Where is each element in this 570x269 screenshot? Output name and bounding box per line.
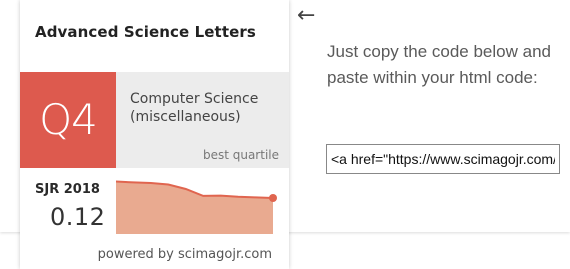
- quartile-label: Q4: [39, 95, 98, 144]
- left-arrow-icon: ←: [297, 3, 316, 28]
- sparkline-area: [116, 181, 273, 234]
- sjr-widget[interactable]: Advanced Science Letters Q4 Computer Sci…: [20, 0, 289, 269]
- sparkline-endpoint: [269, 194, 277, 202]
- powered-by-link[interactable]: powered by scimagojr.com: [20, 247, 289, 262]
- quartile-block: Q4: [20, 72, 116, 168]
- category-block: Computer Science (miscellaneous) best qu…: [116, 72, 289, 168]
- embed-code-field[interactable]: [326, 144, 560, 174]
- sjr-value: 0.12: [50, 203, 106, 231]
- journal-title: Advanced Science Letters: [35, 23, 256, 41]
- sjr-year-label: SJR 2018: [35, 182, 100, 197]
- quartile-caption: best quartile: [202, 148, 279, 162]
- category-name: Computer Science (miscellaneous): [130, 91, 259, 125]
- embed-instructions: Just copy the code below and paste withi…: [327, 42, 551, 87]
- sjr-sparkline: [116, 180, 277, 234]
